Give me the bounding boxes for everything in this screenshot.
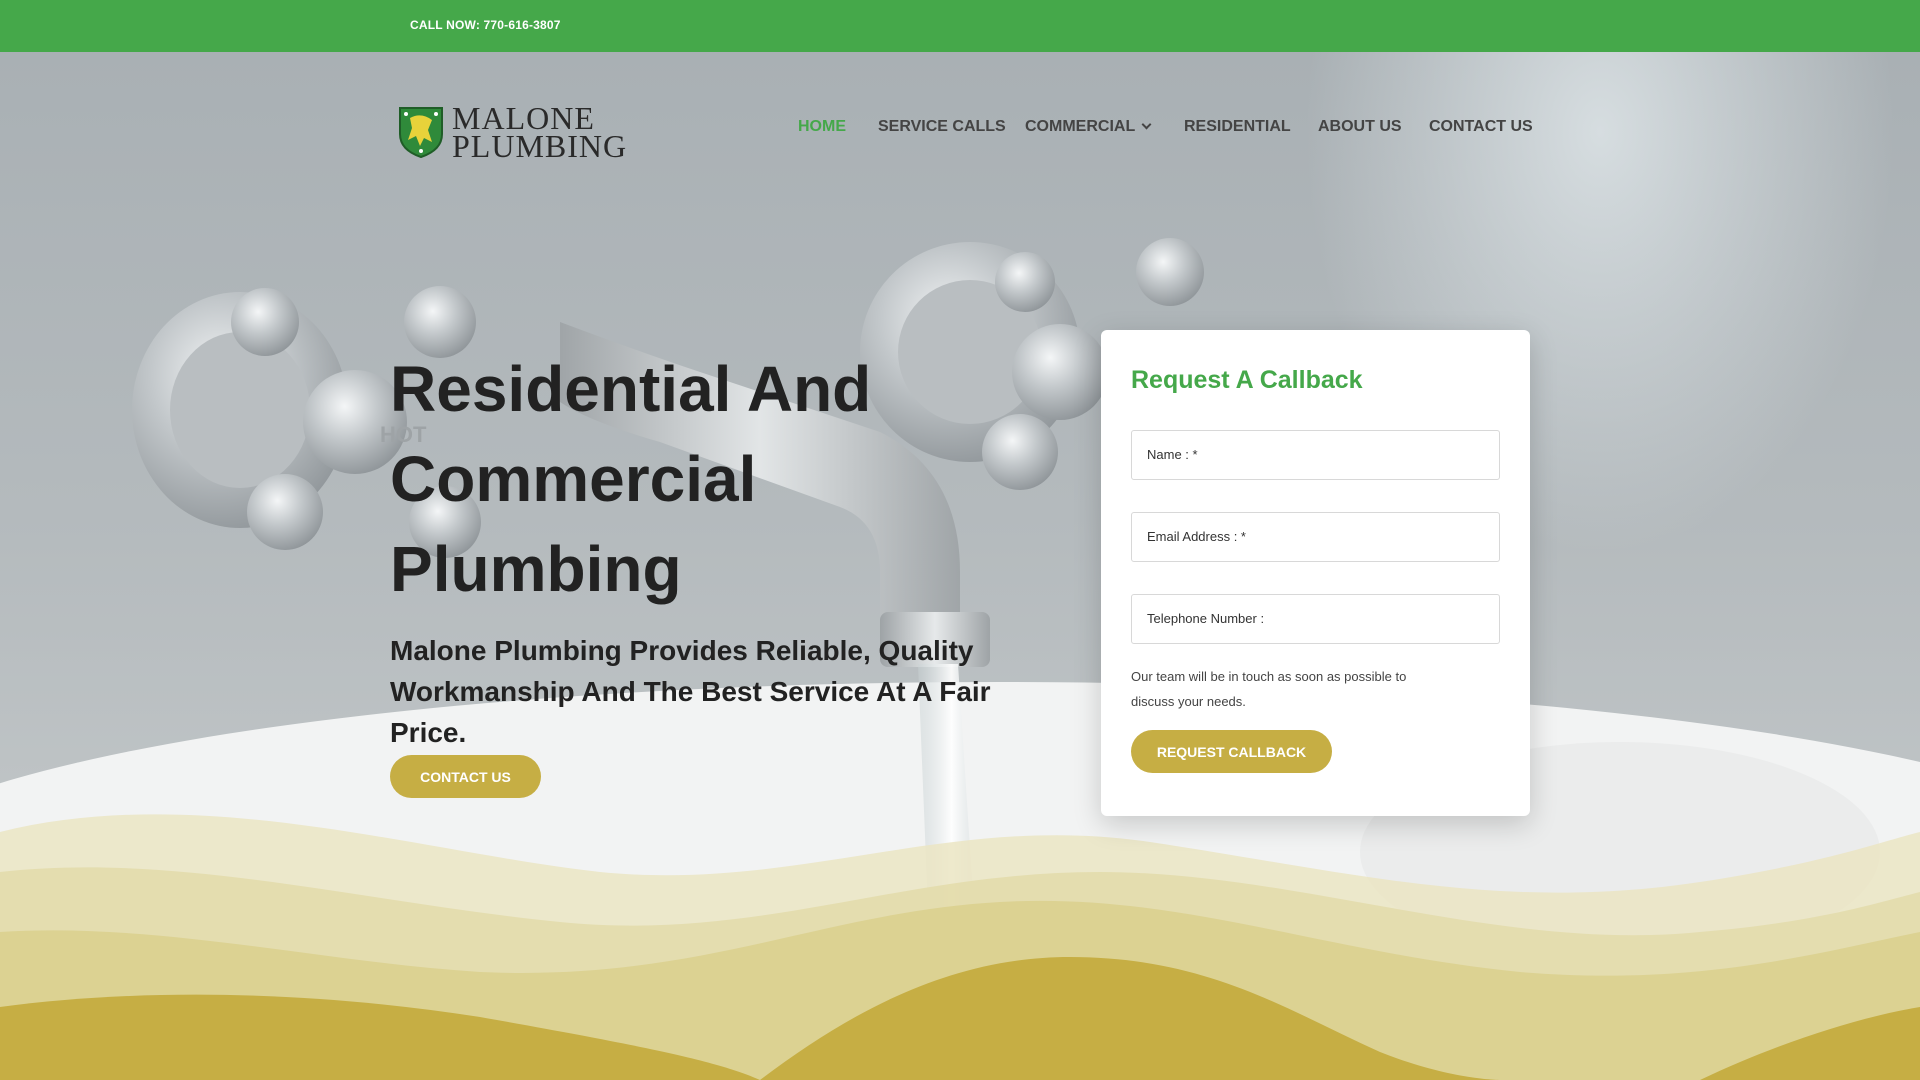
nav-contact-us[interactable]: CONTACT US bbox=[1429, 118, 1533, 136]
hero-headline: Residential And Commercial Plumbing bbox=[390, 344, 950, 614]
top-bar: CALL NOW: 770-616-3807 bbox=[0, 0, 1920, 52]
nav-service-calls[interactable]: SERVICE CALLS bbox=[878, 118, 1006, 136]
headline-line-3: Plumbing bbox=[390, 533, 682, 605]
note-line-1: Our team will be in touch as soon as pos… bbox=[1131, 669, 1407, 684]
contact-us-button[interactable]: CONTACT US bbox=[390, 755, 541, 798]
subhead-line-1: Malone Plumbing Provides Reliable, Quali… bbox=[390, 635, 974, 666]
nav-commercial[interactable]: COMMERCIAL bbox=[1025, 118, 1152, 136]
hero-subheadline: Malone Plumbing Provides Reliable, Quali… bbox=[390, 630, 1070, 753]
call-now-text[interactable]: CALL NOW: 770-616-3807 bbox=[410, 18, 561, 32]
hero-background-illustration: HOT bbox=[0, 238, 1920, 1080]
nav-about-us[interactable]: ABOUT US bbox=[1318, 118, 1402, 136]
nav-residential[interactable]: RESIDENTIAL bbox=[1184, 118, 1291, 136]
callback-form-note: Our team will be in touch as soon as pos… bbox=[1131, 664, 1431, 714]
telephone-field-placeholder: Telephone Number : bbox=[1147, 611, 1265, 626]
subhead-line-2: Workmanship And The Best Service At A Fa… bbox=[390, 676, 991, 748]
chevron-down-icon bbox=[1141, 119, 1152, 130]
callback-form-card: Request A Callback Name : * Email Addres… bbox=[1101, 330, 1530, 816]
note-line-2: discuss your needs. bbox=[1131, 694, 1246, 709]
name-field[interactable]: Name : * bbox=[1131, 430, 1500, 480]
name-field-placeholder: Name : * bbox=[1147, 447, 1198, 462]
shield-lion-icon bbox=[399, 107, 443, 158]
hero-section: HOT MALONE PLUMBING HOME SERVICE CALLS C… bbox=[0, 52, 1920, 1080]
logo-word-plumbing: PLUMBING bbox=[452, 128, 628, 164]
request-callback-button[interactable]: REQUEST CALLBACK bbox=[1131, 730, 1332, 773]
email-field[interactable]: Email Address : * bbox=[1131, 512, 1500, 562]
headline-line-1: Residential And bbox=[390, 353, 872, 425]
nav-commercial-label: COMMERCIAL bbox=[1025, 118, 1136, 135]
headline-line-2: Commercial bbox=[390, 443, 757, 515]
callback-form-title: Request A Callback bbox=[1131, 366, 1363, 394]
email-field-placeholder: Email Address : * bbox=[1147, 529, 1246, 544]
telephone-field[interactable]: Telephone Number : bbox=[1131, 594, 1500, 644]
nav-home[interactable]: HOME bbox=[798, 118, 846, 136]
malone-plumbing-logo[interactable]: MALONE PLUMBING bbox=[398, 100, 628, 164]
